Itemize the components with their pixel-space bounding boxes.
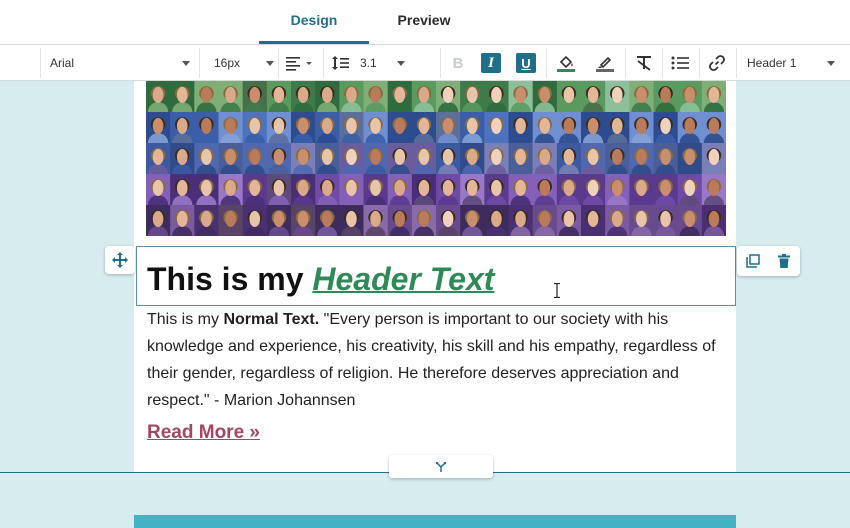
- font-size-value: 16px: [214, 56, 241, 70]
- line-height-select[interactable]: 3.1: [330, 45, 410, 81]
- team-photo-collage-image: [146, 81, 726, 236]
- delete-block-button[interactable]: [773, 250, 795, 272]
- trash-icon: [778, 254, 791, 268]
- body-text-prefix: This is my: [147, 311, 224, 328]
- duplicate-block-button[interactable]: [742, 250, 764, 272]
- font-family-value: Arial: [50, 56, 75, 70]
- team-photo-collage[interactable]: [146, 81, 726, 236]
- font-size-select[interactable]: 16px: [200, 45, 278, 81]
- block-style-value: Header 1: [747, 56, 797, 70]
- block-actions-toolbar: [737, 246, 800, 276]
- body-paragraph[interactable]: This is my Normal Text. "Every person is…: [147, 306, 727, 414]
- toolbar-divider: [278, 48, 279, 78]
- header-text-block[interactable]: This is my Header Text: [136, 246, 736, 306]
- toolbar-divider: [546, 48, 547, 78]
- bullet-list-icon: [671, 56, 689, 70]
- italic-icon: I: [488, 54, 494, 71]
- copy-icon: [746, 254, 760, 268]
- underline-icon: U: [521, 55, 531, 71]
- line-height-icon: [332, 56, 349, 70]
- block-style-select[interactable]: Header 1: [737, 45, 843, 81]
- align-button[interactable]: [284, 53, 316, 73]
- clear-format-icon: [637, 56, 651, 71]
- read-more-link[interactable]: Read More »: [147, 422, 260, 444]
- header-plain-text: This is my: [147, 261, 313, 297]
- link-icon: [709, 55, 725, 71]
- block-move-handle[interactable]: [105, 246, 135, 274]
- next-section-block[interactable]: [134, 515, 736, 528]
- fill-color-icon: [557, 55, 575, 72]
- chevron-down-icon: [827, 61, 835, 66]
- chevron-down-icon: [266, 61, 274, 66]
- editor-tabbar: Design Preview: [0, 0, 850, 45]
- bold-icon: B: [452, 54, 464, 72]
- text-cursor-icon: [554, 283, 560, 298]
- toolbar-divider: [323, 48, 324, 78]
- chevron-down-icon: [182, 61, 190, 66]
- toolbar-divider: [440, 48, 441, 78]
- font-family-select[interactable]: Arial: [40, 45, 198, 81]
- text-color-button[interactable]: [595, 53, 615, 73]
- bold-button[interactable]: B: [448, 53, 468, 73]
- link-button[interactable]: [707, 53, 727, 73]
- header-heading[interactable]: This is my Header Text: [147, 261, 494, 298]
- fill-color-button[interactable]: [556, 53, 576, 73]
- format-toolbar: Arial 16px 3.1 B I U Header 1: [0, 45, 850, 81]
- section-resize-handle[interactable]: [389, 455, 493, 478]
- italic-button[interactable]: I: [481, 53, 501, 73]
- tab-design[interactable]: Design: [259, 0, 369, 44]
- underline-button[interactable]: U: [516, 53, 536, 73]
- align-left-icon: [286, 57, 312, 71]
- line-height-value: 3.1: [360, 56, 377, 70]
- toolbar-divider: [699, 48, 700, 78]
- split-arrows-icon: [436, 461, 446, 472]
- bullet-list-button[interactable]: [670, 53, 690, 73]
- chevron-down-icon: [397, 61, 405, 66]
- body-text-bold: Normal Text.: [223, 311, 320, 328]
- header-link-text[interactable]: Header Text: [312, 261, 494, 297]
- toolbar-divider: [662, 48, 663, 78]
- move-arrows-icon: [112, 252, 128, 268]
- text-color-icon: [596, 56, 614, 72]
- clear-format-button[interactable]: [634, 53, 654, 73]
- toolbar-divider: [625, 48, 626, 78]
- tab-preview[interactable]: Preview: [369, 0, 479, 44]
